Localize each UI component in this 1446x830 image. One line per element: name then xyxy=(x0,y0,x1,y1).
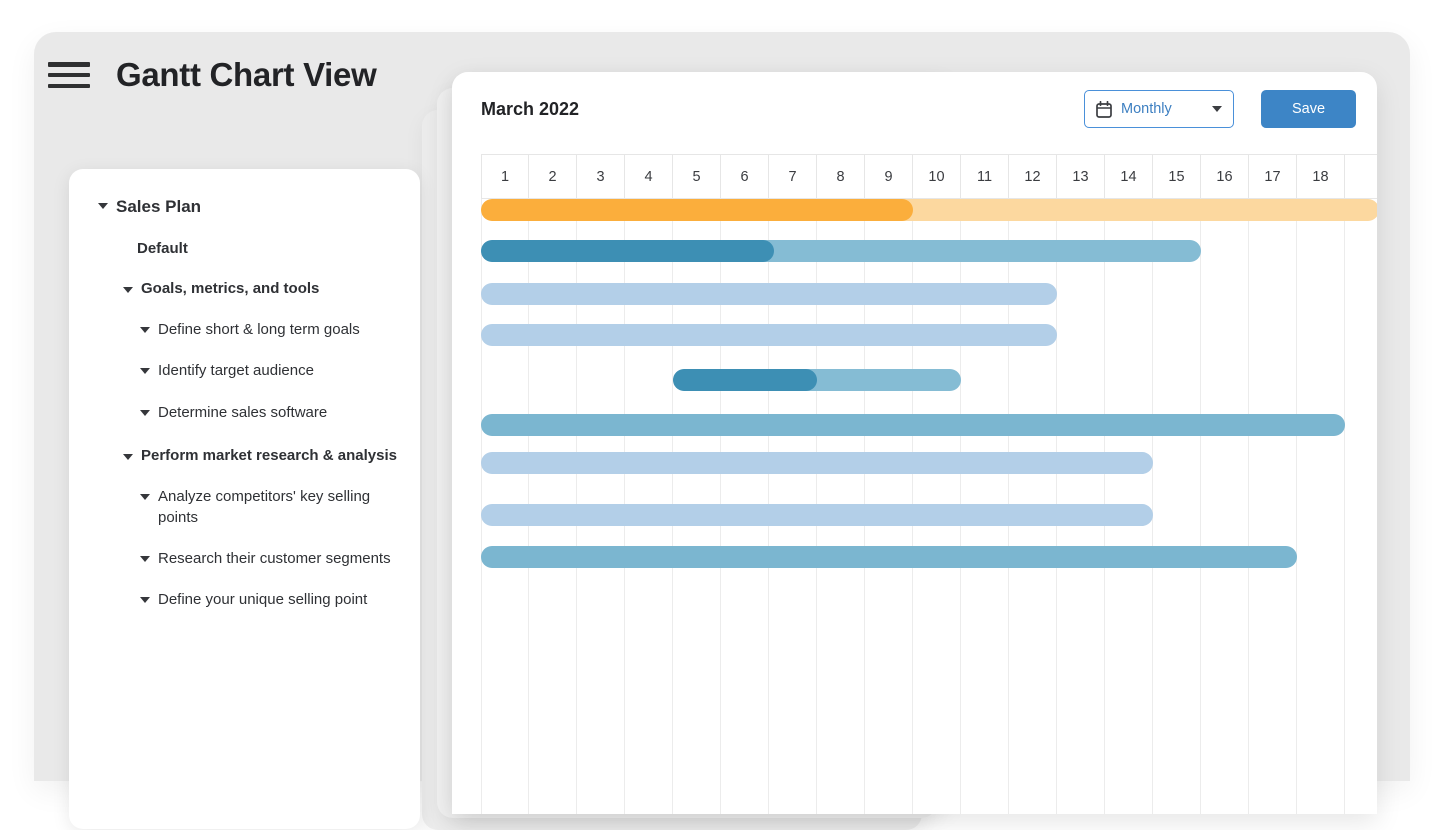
day-header-cell-14: 14 xyxy=(1105,155,1153,198)
gantt-bar[interactable] xyxy=(481,240,1201,262)
tree-item-label: Identify target audience xyxy=(158,361,314,381)
day-header-cell-1: 1 xyxy=(481,155,529,198)
page-title: Gantt Chart View xyxy=(116,56,376,94)
hamburger-bar xyxy=(48,73,90,78)
gantt-bar[interactable] xyxy=(481,546,1297,568)
gridline-column xyxy=(1297,199,1345,814)
day-header-cell-10: 10 xyxy=(913,155,961,198)
gridline-column xyxy=(1201,199,1249,814)
day-header-cell-3: 3 xyxy=(577,155,625,198)
gridline-column xyxy=(1345,199,1377,814)
gantt-toolbar: March 2022 Monthly Save xyxy=(452,72,1377,154)
gantt-bar[interactable] xyxy=(673,369,961,391)
caret-down-icon[interactable] xyxy=(140,367,149,376)
task-tree: Sales Plan Default Goals, metrics, and too… xyxy=(69,169,420,611)
tree-item-label: Sales Plan xyxy=(116,197,201,217)
day-header-row: 123456789101112131415161718 xyxy=(481,154,1377,199)
save-button[interactable]: Save xyxy=(1261,90,1356,128)
caret-down-icon[interactable] xyxy=(123,286,132,295)
tree-item-label: Default xyxy=(137,240,188,257)
tree-item-8[interactable]: Research their customer segments xyxy=(69,549,420,569)
day-header-cell-overflow xyxy=(1345,155,1377,198)
tree-item-label: Perform market research & analysis xyxy=(141,447,397,464)
gantt-bar-progress xyxy=(673,369,817,391)
gantt-grid: 123456789101112131415161718 xyxy=(481,154,1377,814)
tree-item-label: Define your unique selling point xyxy=(158,590,367,610)
chevron-down-icon xyxy=(1212,106,1222,112)
tree-item-6[interactable]: Perform market research & analysis xyxy=(69,447,420,464)
day-header-cell-8: 8 xyxy=(817,155,865,198)
day-header-cell-17: 17 xyxy=(1249,155,1297,198)
day-header-cell-2: 2 xyxy=(529,155,577,198)
day-header-cell-9: 9 xyxy=(865,155,913,198)
gridline-column xyxy=(1153,199,1201,814)
tree-item-label: Analyze competitors' key selling points xyxy=(158,487,404,528)
hamburger-menu-icon[interactable] xyxy=(48,60,90,90)
caret-down-icon[interactable] xyxy=(140,409,149,418)
gantt-chart-panel: March 2022 Monthly Save 1234567891011121… xyxy=(452,72,1377,814)
day-header-cell-16: 16 xyxy=(1201,155,1249,198)
hamburger-bar xyxy=(48,84,90,89)
period-select-value: Monthly xyxy=(1121,101,1203,117)
tree-item-label: Define short & long term goals xyxy=(158,320,360,340)
tree-item-3[interactable]: Define short & long term goals xyxy=(69,320,420,340)
day-header-cell-11: 11 xyxy=(961,155,1009,198)
tree-item-4[interactable]: Identify target audience xyxy=(69,361,420,381)
day-header-cell-13: 13 xyxy=(1057,155,1105,198)
day-header-cell-12: 12 xyxy=(1009,155,1057,198)
task-tree-panel: Sales Plan Default Goals, metrics, and too… xyxy=(69,169,420,829)
day-header-cell-4: 4 xyxy=(625,155,673,198)
tree-item-9[interactable]: Define your unique selling point xyxy=(69,590,420,610)
gantt-bar[interactable] xyxy=(481,283,1057,305)
app-header: Gantt Chart View xyxy=(48,56,376,94)
tree-item-0[interactable]: Sales Plan xyxy=(69,197,420,217)
period-select[interactable]: Monthly xyxy=(1084,90,1234,128)
caret-down-icon[interactable] xyxy=(140,493,149,502)
day-header-cell-15: 15 xyxy=(1153,155,1201,198)
gantt-bar[interactable] xyxy=(481,324,1057,346)
gantt-bar[interactable] xyxy=(481,504,1153,526)
hamburger-bar xyxy=(48,62,90,67)
gantt-bar-progress xyxy=(481,199,913,221)
tree-item-1[interactable]: Default xyxy=(69,240,420,257)
gantt-bar[interactable] xyxy=(481,414,1345,436)
day-header-cell-5: 5 xyxy=(673,155,721,198)
gridline-column xyxy=(1249,199,1297,814)
day-header-cell-18: 18 xyxy=(1297,155,1345,198)
gantt-bar[interactable] xyxy=(481,452,1153,474)
caret-down-icon[interactable] xyxy=(98,202,107,211)
tree-item-label: Determine sales software xyxy=(158,403,327,423)
tree-item-7[interactable]: Analyze competitors' key selling points xyxy=(69,487,420,528)
tree-item-5[interactable]: Determine sales software xyxy=(69,403,420,423)
day-header-cell-6: 6 xyxy=(721,155,769,198)
tree-item-label: Goals, metrics, and tools xyxy=(141,280,319,297)
caret-down-icon[interactable] xyxy=(140,326,149,335)
gantt-chart-body xyxy=(481,199,1377,814)
caret-down-icon[interactable] xyxy=(140,555,149,564)
gantt-bar[interactable] xyxy=(481,199,1377,221)
day-header-cell-7: 7 xyxy=(769,155,817,198)
tree-item-label: Research their customer segments xyxy=(158,549,391,569)
tree-item-2[interactable]: Goals, metrics, and tools xyxy=(69,280,420,297)
caret-down-icon[interactable] xyxy=(123,453,132,462)
gantt-bar-progress xyxy=(481,240,774,262)
caret-down-icon[interactable] xyxy=(140,596,149,605)
calendar-icon xyxy=(1096,101,1112,118)
month-label: March 2022 xyxy=(481,99,579,120)
